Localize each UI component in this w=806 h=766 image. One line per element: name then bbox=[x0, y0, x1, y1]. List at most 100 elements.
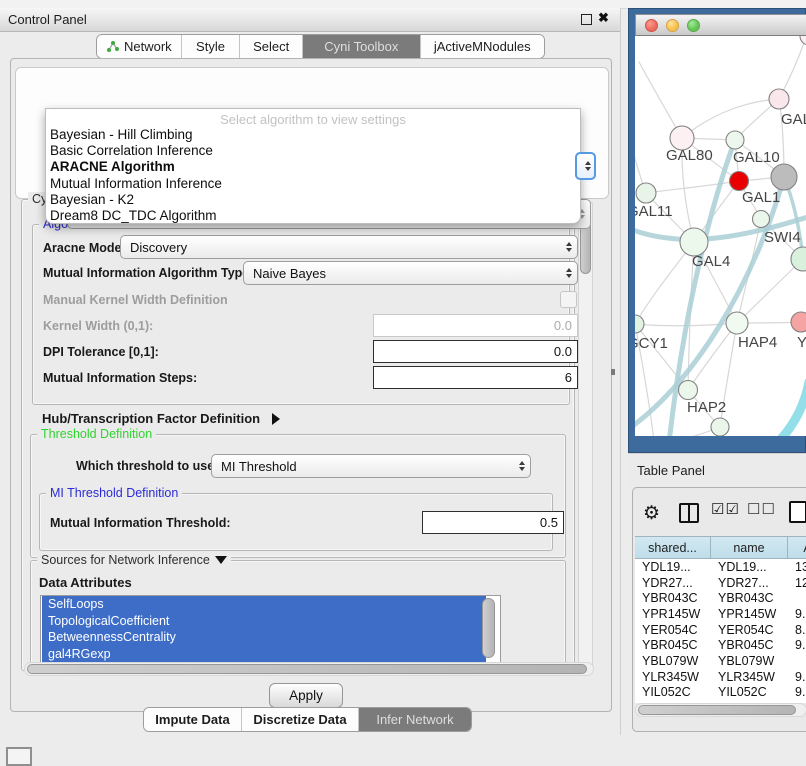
aracne-mode-combobox[interactable]: Discovery bbox=[120, 235, 578, 259]
table-cell[interactable]: YBR045C bbox=[711, 637, 788, 653]
page-icon[interactable] bbox=[789, 501, 806, 523]
close-icon[interactable]: ✖ bbox=[598, 10, 609, 26]
table-cell[interactable]: 12 bbox=[788, 575, 806, 591]
apply-button[interactable]: Apply bbox=[269, 683, 343, 708]
network-node-GAL10[interactable] bbox=[726, 131, 744, 149]
dropdown-item-bayesian-k2[interactable]: Bayesian - K2 bbox=[46, 192, 580, 208]
table-cell[interactable]: YLR345W bbox=[711, 669, 788, 685]
mi-steps-field[interactable]: 6 bbox=[373, 366, 578, 389]
attribute-betweennesscentrality[interactable]: BetweennessCentrality bbox=[42, 629, 486, 646]
float-window-icon[interactable] bbox=[581, 14, 592, 25]
network-node-GAL1[interactable] bbox=[730, 172, 749, 191]
table-cell[interactable]: 8. bbox=[788, 622, 806, 638]
tab-cyni-toolbox[interactable]: Cyni Toolbox bbox=[303, 35, 420, 58]
minimize-traffic-light-icon[interactable] bbox=[666, 19, 679, 32]
panel-splitter-handle[interactable] bbox=[611, 369, 615, 375]
column-header-shared[interactable]: shared... bbox=[635, 537, 711, 559]
table-cell[interactable] bbox=[788, 653, 806, 669]
tab-infer-network[interactable]: Infer Network bbox=[359, 708, 471, 731]
table-row[interactable]: YPR145WYPR145W9. bbox=[635, 606, 806, 622]
tab-jactivemnodules[interactable]: jActiveMNodules bbox=[421, 35, 544, 58]
settings-vertical-scrollbar[interactable] bbox=[578, 202, 593, 670]
table-cell[interactable]: YBL079W bbox=[635, 653, 711, 669]
dropdown-item-bayesian-hill-climbing[interactable]: Bayesian - Hill Climbing bbox=[46, 127, 580, 143]
network-node-gray-node[interactable] bbox=[771, 164, 797, 190]
table-cell[interactable]: 9. bbox=[788, 669, 806, 685]
manual-kernel-checkbox[interactable] bbox=[560, 291, 577, 308]
tab-impute-data[interactable]: Impute Data bbox=[144, 708, 242, 731]
which-threshold-combobox[interactable]: MI Threshold bbox=[211, 454, 531, 478]
expanded-arrow-icon[interactable] bbox=[215, 556, 227, 564]
table-cell[interactable]: YDL19... bbox=[635, 559, 711, 575]
collapsed-arrow-icon[interactable] bbox=[272, 413, 280, 425]
tab-discretize-data[interactable]: Discretize Data bbox=[242, 708, 359, 731]
table-cell[interactable]: YLR345W bbox=[635, 669, 711, 685]
table-row[interactable]: YIL052CYIL052C9. bbox=[635, 685, 806, 701]
network-node-GAL11[interactable] bbox=[636, 183, 656, 203]
attribute-list-scrollbar[interactable] bbox=[482, 598, 495, 658]
table-cell[interactable]: YER054C bbox=[711, 622, 788, 638]
network-node-gal-cut[interactable] bbox=[769, 89, 789, 109]
docked-panel-icon[interactable] bbox=[6, 747, 32, 766]
network-node-bottom-green[interactable] bbox=[711, 418, 729, 436]
table-horizontal-scrollbar[interactable] bbox=[635, 703, 806, 717]
mi-type-combobox[interactable]: Naive Bayes bbox=[243, 261, 578, 285]
network-node-GCY1[interactable] bbox=[635, 315, 644, 333]
data-attributes-list[interactable]: SelfLoops TopologicalCoefficient Between… bbox=[40, 595, 501, 664]
unchecked-pair-icon[interactable]: ☐☐ bbox=[747, 500, 776, 518]
table-row[interactable]: YDL19...YDL19...13 bbox=[635, 559, 806, 575]
table-hscroll-thumb[interactable] bbox=[638, 705, 796, 715]
zoom-traffic-light-icon[interactable] bbox=[687, 19, 700, 32]
attribute-selfloops[interactable]: SelfLoops bbox=[42, 596, 486, 613]
table-cell[interactable]: YBR043C bbox=[635, 590, 711, 606]
tab-select[interactable]: Select bbox=[240, 35, 303, 58]
network-node-HAP4[interactable] bbox=[726, 312, 748, 334]
table-cell[interactable]: YBL079W bbox=[711, 653, 788, 669]
table-cell[interactable]: YIL052C bbox=[711, 685, 788, 701]
table-cell[interactable]: YDR27... bbox=[711, 575, 788, 591]
column-layout-icon[interactable] bbox=[679, 503, 699, 523]
tab-network[interactable]: Network bbox=[97, 35, 182, 58]
network-node-arc-node[interactable] bbox=[800, 36, 806, 45]
table-row[interactable]: YBL079WYBL079W bbox=[635, 653, 806, 669]
table-cell[interactable]: 9. bbox=[788, 606, 806, 622]
algorithm-combobox-stepper[interactable] bbox=[575, 152, 596, 180]
network-canvas[interactable]: GALGAL80GAL10GAL1GAL11SWI4GAL4GCY1HAP4YH… bbox=[635, 36, 806, 436]
gear-icon[interactable]: ⚙ bbox=[643, 502, 660, 525]
table-row[interactable]: YER054CYER054C8. bbox=[635, 622, 806, 638]
settings-horizontal-scrollbar[interactable] bbox=[24, 662, 594, 676]
network-window-titlebar[interactable] bbox=[635, 14, 806, 36]
dpi-tolerance-field[interactable]: 0.0 bbox=[373, 340, 578, 363]
table-cell[interactable]: 13 bbox=[788, 559, 806, 575]
attribute-gal4rgexp[interactable]: gal4RGexp bbox=[42, 646, 486, 663]
node-table[interactable]: shared... name A YDL19...YDL19...13YDR27… bbox=[635, 536, 806, 703]
column-header-a[interactable]: A bbox=[788, 537, 806, 559]
table-row[interactable]: YBR045CYBR045C9. bbox=[635, 637, 806, 653]
network-node-GAL4[interactable] bbox=[680, 228, 708, 256]
table-cell[interactable]: YDL19... bbox=[711, 559, 788, 575]
dropdown-item-basic-correlation[interactable]: Basic Correlation Inference bbox=[46, 143, 580, 159]
table-cell[interactable]: YPR145W bbox=[635, 606, 711, 622]
table-cell[interactable]: YER054C bbox=[635, 622, 711, 638]
dropdown-item-dream8[interactable]: Dream8 DC_TDC Algorithm bbox=[46, 208, 580, 224]
table-cell[interactable]: 9. bbox=[788, 685, 806, 701]
table-row[interactable]: YDR27...YDR27...12 bbox=[635, 575, 806, 591]
dropdown-item-mutual-information[interactable]: Mutual Information Inference bbox=[46, 176, 580, 192]
network-node-HAP2[interactable] bbox=[679, 381, 698, 400]
mi-threshold-field[interactable]: 0.5 bbox=[422, 511, 564, 534]
close-traffic-light-icon[interactable] bbox=[645, 19, 658, 32]
settings-hscroll-thumb[interactable] bbox=[27, 664, 587, 674]
table-row[interactable]: YLR345WYLR345W9. bbox=[635, 669, 806, 685]
table-cell[interactable] bbox=[788, 590, 806, 606]
column-header-name[interactable]: name bbox=[711, 537, 788, 559]
kernel-width-field[interactable]: 0.0 bbox=[373, 314, 578, 337]
checked-pair-icon[interactable]: ☑☑ bbox=[711, 500, 740, 518]
table-cell[interactable]: YDR27... bbox=[635, 575, 711, 591]
dropdown-item-aracne[interactable]: ARACNE Algorithm bbox=[46, 159, 580, 175]
table-cell[interactable]: YPR145W bbox=[711, 606, 788, 622]
sources-group-title[interactable]: Sources for Network Inference bbox=[37, 553, 231, 567]
table-cell[interactable]: YBR045C bbox=[635, 637, 711, 653]
table-cell[interactable]: 9. bbox=[788, 637, 806, 653]
hub-section-label[interactable]: Hub/Transcription Factor Definition bbox=[42, 411, 280, 426]
table-row[interactable]: YBR043CYBR043C bbox=[635, 590, 806, 606]
